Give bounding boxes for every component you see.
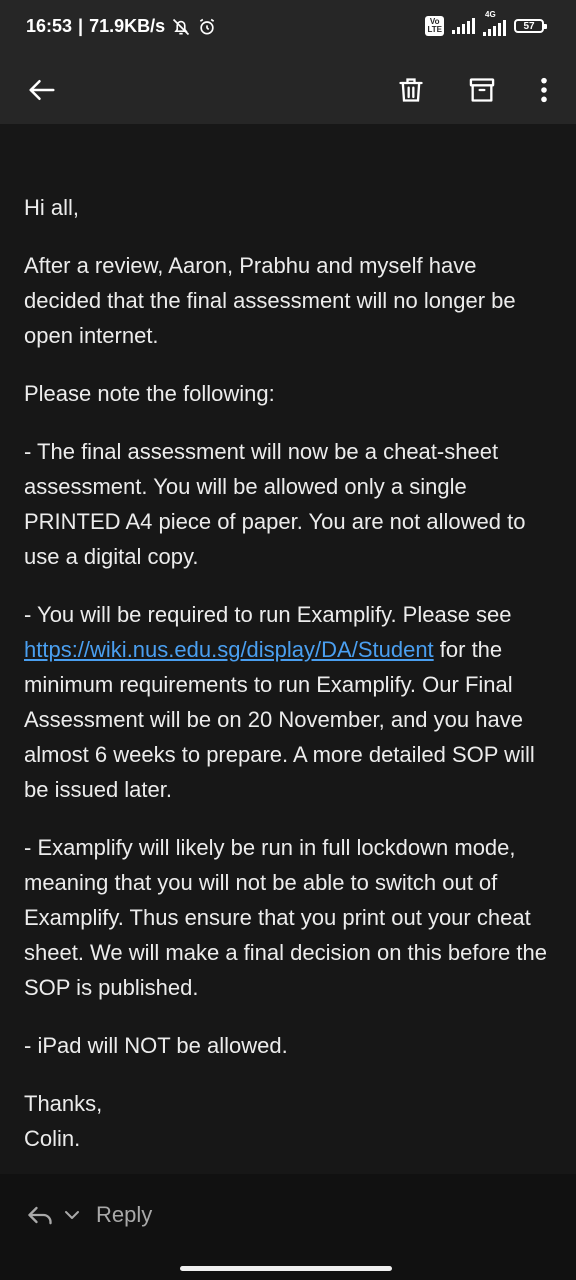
- back-button[interactable]: [20, 68, 64, 112]
- status-right: Vo LTE 4G 57: [425, 10, 547, 36]
- chevron-down-icon[interactable]: [62, 1207, 82, 1223]
- delete-button[interactable]: [389, 68, 433, 112]
- signoff-block: Thanks, Colin.: [24, 1086, 554, 1156]
- clock: 16:53: [26, 16, 73, 36]
- notifications-off-icon: [171, 17, 191, 37]
- archive-icon: [469, 78, 495, 102]
- reply-button[interactable]: Reply: [26, 1202, 152, 1228]
- message-body: Hi all, After a review, Aaron, Prabhu an…: [24, 190, 554, 1156]
- delete-icon: [399, 78, 423, 102]
- back-arrow-icon: [29, 80, 55, 100]
- status-separator: |: [78, 16, 84, 36]
- paragraph-ipad: - iPad will NOT be allowed.: [24, 1033, 288, 1058]
- battery-level: 57: [523, 20, 535, 32]
- signature: Colin.: [24, 1126, 81, 1151]
- archive-button[interactable]: [460, 68, 504, 112]
- volte-icon: Vo LTE: [425, 16, 444, 36]
- signoff: Thanks,: [24, 1091, 103, 1116]
- more-options-button[interactable]: [522, 68, 566, 112]
- paragraph-lockdown: - Examplify will likely be run in full l…: [24, 835, 547, 1000]
- alarm-icon: [197, 17, 217, 37]
- toolbar: [0, 56, 576, 124]
- home-indicator[interactable]: [180, 1266, 392, 1271]
- reply-label: Reply: [96, 1202, 153, 1227]
- student-wiki-link[interactable]: https://wiki.nus.edu.sg/display/DA/Stude…: [24, 637, 434, 662]
- signal-icon: [452, 18, 475, 34]
- greeting: Hi all,: [24, 195, 80, 220]
- status-left: 16:53 | 71.9KB/s: [26, 16, 217, 37]
- more-vert-icon: [541, 77, 547, 103]
- 4g-signal-icon: 4G: [483, 10, 506, 36]
- paragraph-cheat-sheet: - The final assessment will now be a che…: [24, 439, 526, 569]
- reply-icon: [28, 1206, 52, 1225]
- paragraph-examplify: - You will be required to run Examplify.…: [24, 597, 554, 807]
- reply-bar: Reply: [0, 1174, 576, 1280]
- status-bar: 16:53 | 71.9KB/s Vo LTE 4G 57: [0, 0, 576, 56]
- network-speed: 71.9KB/s: [89, 16, 166, 36]
- examplify-text-before: - You will be required to run Examplify.…: [24, 602, 512, 627]
- network-type-label: 4G: [485, 10, 496, 19]
- paragraph-review: After a review, Aaron, Prabhu and myself…: [24, 253, 516, 348]
- paragraph-note: Please note the following:: [24, 381, 275, 406]
- battery-icon: 57: [514, 19, 547, 33]
